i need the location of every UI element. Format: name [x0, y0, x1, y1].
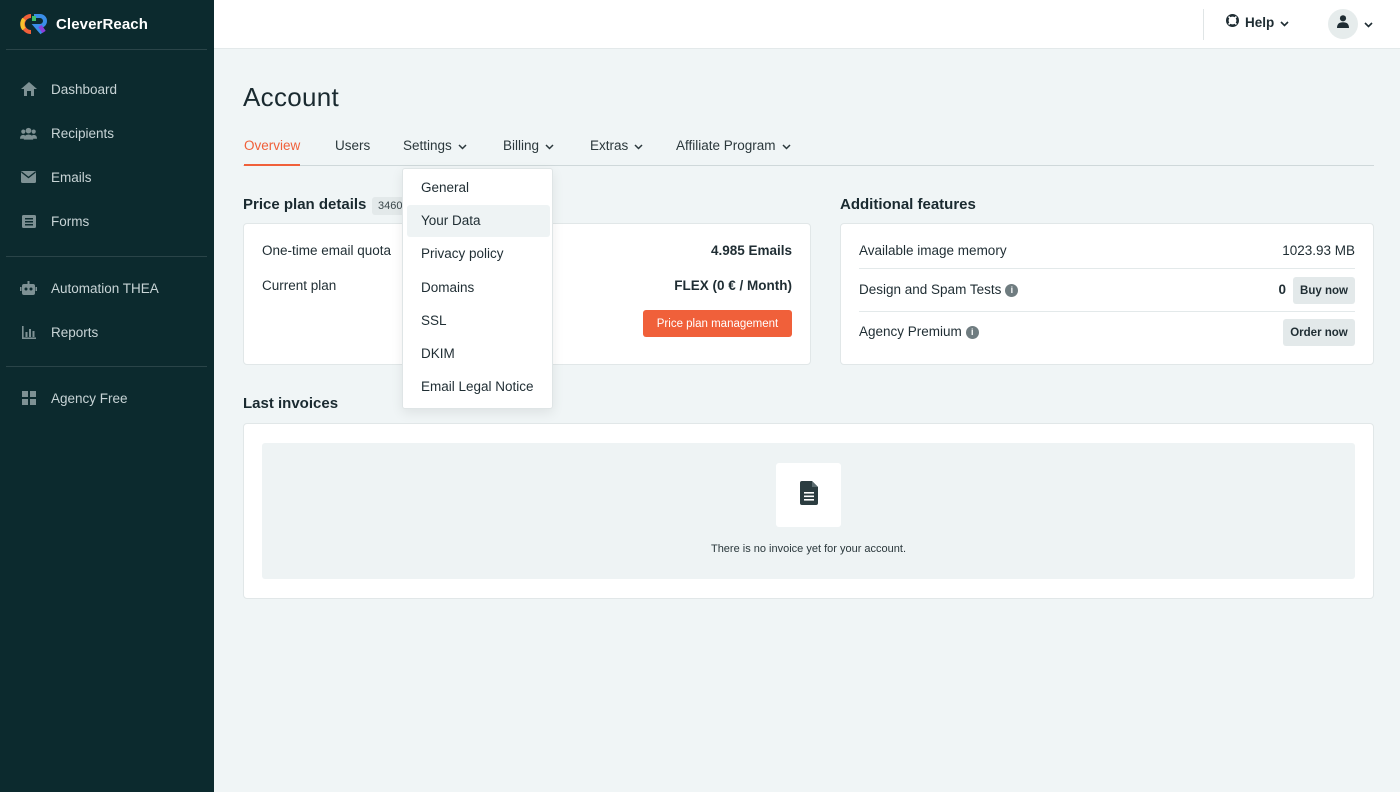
info-icon[interactable]: i — [1005, 283, 1019, 297]
robot-icon — [20, 280, 37, 297]
lifebuoy-icon — [1226, 14, 1239, 30]
tab-label: Settings — [403, 138, 452, 153]
user-menu-button[interactable] — [1328, 9, 1373, 39]
cleverreach-logo-icon — [20, 13, 50, 35]
price-plan-management-button[interactable]: Price plan management — [643, 310, 792, 337]
info-icon[interactable]: i — [965, 325, 979, 339]
bar-chart-icon — [20, 324, 37, 341]
help-label: Help — [1245, 14, 1275, 30]
invoices-empty-state: There is no invoice yet for your account… — [262, 443, 1355, 579]
row-divider — [859, 268, 1355, 269]
settings-dropdown-menu: General Your Data Privacy policy Domains… — [402, 168, 553, 409]
sidebar-item-label: Reports — [51, 324, 99, 340]
sidebar-item-label: Agency Free — [51, 390, 128, 406]
tab-label: Billing — [503, 138, 540, 153]
menu-item-ssl[interactable]: SSL — [407, 305, 550, 337]
sidebar-item-agency-free[interactable]: Agency Free — [0, 380, 214, 416]
agency-premium-label: Agency Premium — [859, 324, 962, 339]
sidebar-divider — [6, 49, 207, 50]
account-tabs: Overview Users Settings Billing Extras A… — [243, 130, 1374, 166]
sidebar-divider — [6, 256, 207, 257]
last-invoices-title: Last invoices — [243, 395, 339, 412]
chevron-down-icon — [458, 138, 467, 153]
email-quota-value: 4.985 Emails — [710, 243, 792, 258]
price-plan-title: Price plan details — [243, 196, 367, 213]
sidebar-item-label: Forms — [51, 213, 90, 229]
image-memory-label: Available image memory — [859, 243, 1007, 258]
form-icon — [20, 213, 37, 230]
sidebar-item-dashboard[interactable]: Dashboard — [0, 71, 214, 107]
sidebar-item-label: Emails — [51, 169, 92, 185]
brand-logo[interactable]: CleverReach — [20, 13, 148, 35]
page-title: Account — [243, 82, 340, 112]
sidebar-item-reports[interactable]: Reports — [0, 314, 214, 350]
document-tile — [776, 463, 841, 527]
current-plan-label: Current plan — [262, 278, 337, 293]
sidebar-item-forms[interactable]: Forms — [0, 203, 214, 239]
spam-tests-label: Design and Spam Tests — [859, 282, 1002, 297]
document-icon — [799, 480, 818, 510]
users-icon — [20, 125, 37, 142]
sidebar-item-automation-thea[interactable]: Automation THEA — [0, 270, 214, 306]
chevron-down-icon — [545, 138, 554, 153]
tab-users[interactable]: Users — [335, 138, 370, 153]
buy-now-button[interactable]: Buy now — [1293, 277, 1355, 304]
image-memory-value: 1023.93 MB — [1282, 243, 1355, 258]
sidebar-item-recipients[interactable]: Recipients — [0, 115, 214, 151]
sidebar-item-label: Recipients — [51, 125, 115, 141]
tab-label: Users — [335, 138, 371, 153]
sidebar-divider — [6, 366, 207, 367]
grid-icon — [20, 390, 37, 407]
brand-name: CleverReach — [56, 15, 148, 33]
envelope-icon — [20, 169, 37, 186]
chevron-down-icon — [1364, 15, 1373, 33]
menu-item-domains[interactable]: Domains — [407, 272, 550, 304]
spam-tests-value: 0 — [1278, 282, 1286, 297]
tab-overview[interactable]: Overview — [244, 138, 301, 166]
tab-extras[interactable]: Extras — [590, 138, 643, 153]
sidebar-item-label: Dashboard — [51, 81, 118, 97]
additional-features-title: Additional features — [840, 196, 976, 213]
topbar-divider — [1203, 9, 1204, 40]
row-divider — [859, 311, 1355, 312]
email-quota-label: One-time email quota — [262, 243, 392, 258]
help-menu-button[interactable]: Help — [1226, 14, 1289, 30]
home-icon — [20, 81, 37, 98]
avatar — [1328, 9, 1358, 39]
tab-label: Overview — [244, 138, 301, 153]
tab-billing[interactable]: Billing — [503, 138, 554, 153]
menu-item-email-legal-notice[interactable]: Email Legal Notice — [407, 371, 550, 403]
user-icon — [1337, 15, 1349, 33]
tab-label: Extras — [590, 138, 629, 153]
sidebar-item-emails[interactable]: Emails — [0, 159, 214, 195]
chevron-down-icon — [782, 138, 791, 153]
menu-item-dkim[interactable]: DKIM — [407, 338, 550, 370]
sidebar-item-label: Automation THEA — [51, 280, 159, 296]
chevron-down-icon — [634, 138, 643, 153]
tab-label: Affiliate Program — [676, 138, 776, 153]
tab-settings[interactable]: Settings — [403, 138, 467, 153]
agency-premium-label-wrap: Agency Premium i — [859, 324, 979, 339]
no-invoice-message: There is no invoice yet for your account… — [710, 543, 907, 555]
menu-item-your-data[interactable]: Your Data — [407, 205, 550, 237]
menu-item-general[interactable]: General — [407, 172, 550, 204]
top-bar: Help — [214, 0, 1400, 49]
menu-item-privacy-policy[interactable]: Privacy policy — [407, 238, 550, 270]
additional-features-card: Available image memory 1023.93 MB Design… — [840, 223, 1374, 365]
tab-affiliate-program[interactable]: Affiliate Program — [676, 138, 791, 153]
chevron-down-icon — [1280, 15, 1289, 30]
order-now-button[interactable]: Order now — [1283, 319, 1355, 346]
spam-tests-label-wrap: Design and Spam Tests i — [859, 282, 1019, 297]
sidebar: CleverReach Dashboard Recipients Emails … — [0, 0, 214, 792]
current-plan-value: FLEX (0 € / Month) — [674, 278, 792, 293]
